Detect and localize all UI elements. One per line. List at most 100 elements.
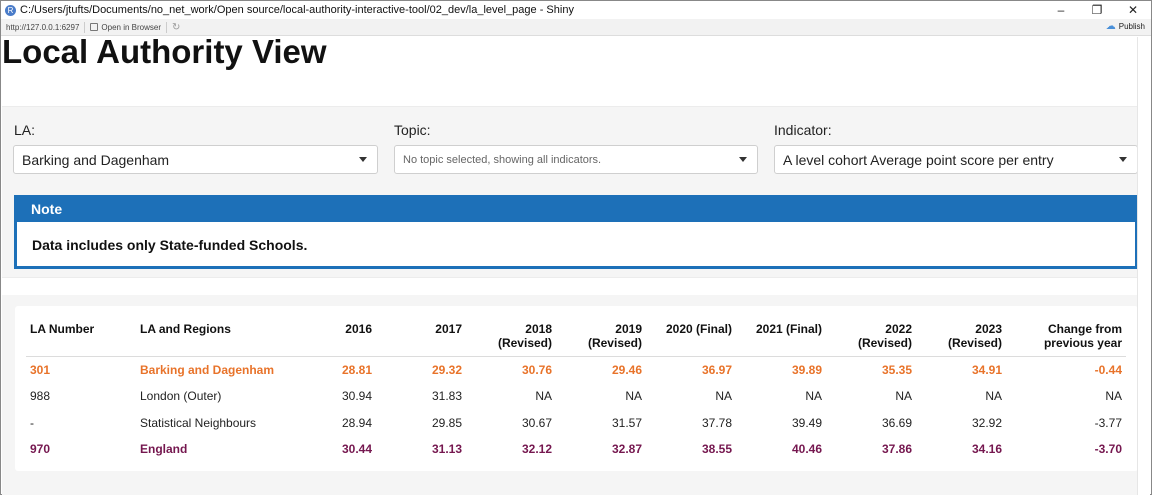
table-cell: 32.12: [521, 442, 552, 457]
url-text[interactable]: http://127.0.0.1:6297: [6, 23, 79, 32]
note-heading: Note: [17, 198, 1135, 222]
close-button[interactable]: ✕: [1115, 1, 1151, 19]
table-cell: NA: [1105, 389, 1122, 404]
la-data-table: LA Number LA and Regions 2016 2017 2018 …: [26, 320, 1126, 463]
column-header[interactable]: LA and Regions: [136, 320, 316, 357]
table-cell: 34.16: [971, 442, 1002, 457]
vertical-scrollbar[interactable]: [1137, 37, 1150, 495]
table-card: LA Number LA and Regions 2016 2017 2018 …: [15, 306, 1138, 471]
table-cell: -: [30, 415, 34, 430]
topic-select-placeholder: No topic selected, showing all indicator…: [403, 153, 602, 166]
la-select-value: Barking and Dagenham: [22, 151, 170, 168]
table-cell: 29.32: [431, 363, 462, 377]
table-row: 301 Barking and Dagenham 28.81 29.32 30.…: [26, 357, 1126, 384]
note-body: Data includes only State-funded Schools.: [32, 237, 308, 253]
table-cell: 38.55: [701, 442, 732, 457]
table-cell: 29.85: [431, 415, 462, 430]
table-cell: NA: [625, 389, 642, 404]
page-title: Local Authority View: [2, 37, 327, 70]
table-cell: 28.81: [341, 363, 372, 377]
table-cell: 35.35: [881, 363, 912, 377]
table-cell: NA: [985, 389, 1002, 404]
column-header[interactable]: 2017: [376, 320, 466, 357]
publish-label: Publish: [1118, 22, 1145, 31]
title-bar: R C:/Users/jtufts/Documents/no_net_work/…: [1, 1, 1151, 19]
maximize-button[interactable]: ❐: [1079, 1, 1115, 19]
table-cell: Statistical Neighbours: [140, 415, 257, 430]
app-window: R C:/Users/jtufts/Documents/no_net_work/…: [0, 0, 1152, 495]
indicator-select-value: A level cohort Average point score per e…: [783, 151, 1054, 168]
column-header[interactable]: 2020 (Final): [646, 320, 736, 357]
note-box: Note Data includes only State-funded Sch…: [14, 195, 1138, 269]
table-row: - Statistical Neighbours 28.94 29.85 30.…: [26, 410, 1126, 437]
table-cell: NA: [895, 389, 912, 404]
chevron-down-icon: [359, 157, 367, 162]
table-cell: 36.97: [701, 363, 732, 377]
table-cell: London (Outer): [140, 389, 222, 404]
topic-select[interactable]: No topic selected, showing all indicator…: [394, 145, 758, 174]
table-cell: 28.94: [341, 415, 372, 430]
column-header[interactable]: 2023 (Revised): [916, 320, 1006, 357]
address-bar: http://127.0.0.1:6297 Open in Browser ↻ …: [1, 19, 1151, 36]
table-row: 970 England 30.44 31.13 32.12 32.87 38.5…: [26, 436, 1126, 463]
table-cell: 30.76: [521, 363, 552, 377]
table-cell: 988: [30, 389, 51, 404]
table-cell: 31.83: [431, 389, 462, 404]
table-cell: 31.13: [431, 442, 462, 457]
table-cell: 31.57: [611, 415, 642, 430]
column-header[interactable]: 2016: [316, 320, 376, 357]
table-section: LA Number LA and Regions 2016 2017 2018 …: [2, 295, 1138, 495]
table-cell: -3.77: [1094, 415, 1122, 430]
table-cell: 32.92: [971, 415, 1002, 430]
la-select[interactable]: Barking and Dagenham: [13, 145, 378, 174]
table-cell: 30.94: [341, 389, 372, 404]
window-title: C:/Users/jtufts/Documents/no_net_work/Op…: [20, 4, 574, 16]
indicator-select[interactable]: A level cohort Average point score per e…: [774, 145, 1138, 174]
page-content: Local Authority View LA: Barking and Dag…: [2, 37, 1138, 495]
table-cell: 301: [30, 363, 51, 377]
table-cell: 32.87: [611, 442, 642, 457]
divider: [166, 21, 167, 33]
table-cell: 36.69: [881, 415, 912, 430]
la-label: LA:: [14, 122, 36, 138]
table-row: 988 London (Outer) 30.94 31.83 NA NA NA …: [26, 383, 1126, 410]
publish-button[interactable]: ☁ Publish: [1106, 21, 1145, 32]
publish-icon: ☁: [1105, 21, 1116, 32]
column-header[interactable]: 2019 (Revised): [556, 320, 646, 357]
table-cell: 39.89: [791, 363, 822, 377]
topic-label: Topic:: [394, 122, 431, 138]
table-cell: -3.70: [1094, 442, 1122, 457]
minimize-button[interactable]: –: [1043, 1, 1079, 19]
filter-panel: LA: Barking and Dagenham Topic: No topic…: [2, 106, 1138, 278]
table-cell: 29.46: [611, 363, 642, 377]
column-header[interactable]: 2022 (Revised): [826, 320, 916, 357]
rstudio-icon: R: [5, 4, 16, 16]
open-in-browser-button[interactable]: Open in Browser: [90, 23, 161, 32]
table-cell: NA: [535, 389, 552, 404]
table-cell: 39.49: [791, 415, 822, 430]
table-cell: NA: [715, 389, 732, 404]
divider: [84, 21, 86, 33]
window-controls: – ❐ ✕: [1043, 1, 1151, 19]
table-cell: 34.91: [971, 363, 1002, 377]
table-cell: England: [140, 442, 188, 457]
browser-icon: [90, 23, 99, 31]
table-header-row: LA Number LA and Regions 2016 2017 2018 …: [26, 320, 1126, 357]
table-cell: 30.44: [341, 442, 372, 457]
chevron-down-icon: [1119, 157, 1127, 162]
chevron-down-icon: [739, 157, 747, 162]
column-header[interactable]: 2018 (Revised): [466, 320, 556, 357]
table-cell: 30.67: [521, 415, 552, 430]
refresh-icon[interactable]: ↻: [172, 22, 180, 33]
open-in-browser-label: Open in Browser: [101, 22, 161, 32]
column-header[interactable]: Change from previous year: [1006, 320, 1126, 357]
indicator-label: Indicator:: [774, 122, 832, 138]
table-cell: 37.78: [701, 415, 732, 430]
table-cell: 970: [30, 442, 51, 457]
column-header[interactable]: 2021 (Final): [736, 320, 826, 357]
column-header[interactable]: LA Number: [26, 320, 136, 357]
table-cell: 40.46: [791, 442, 822, 457]
table-cell: NA: [805, 389, 822, 404]
table-cell: -0.44: [1094, 363, 1122, 377]
table-cell: 37.86: [881, 442, 912, 457]
